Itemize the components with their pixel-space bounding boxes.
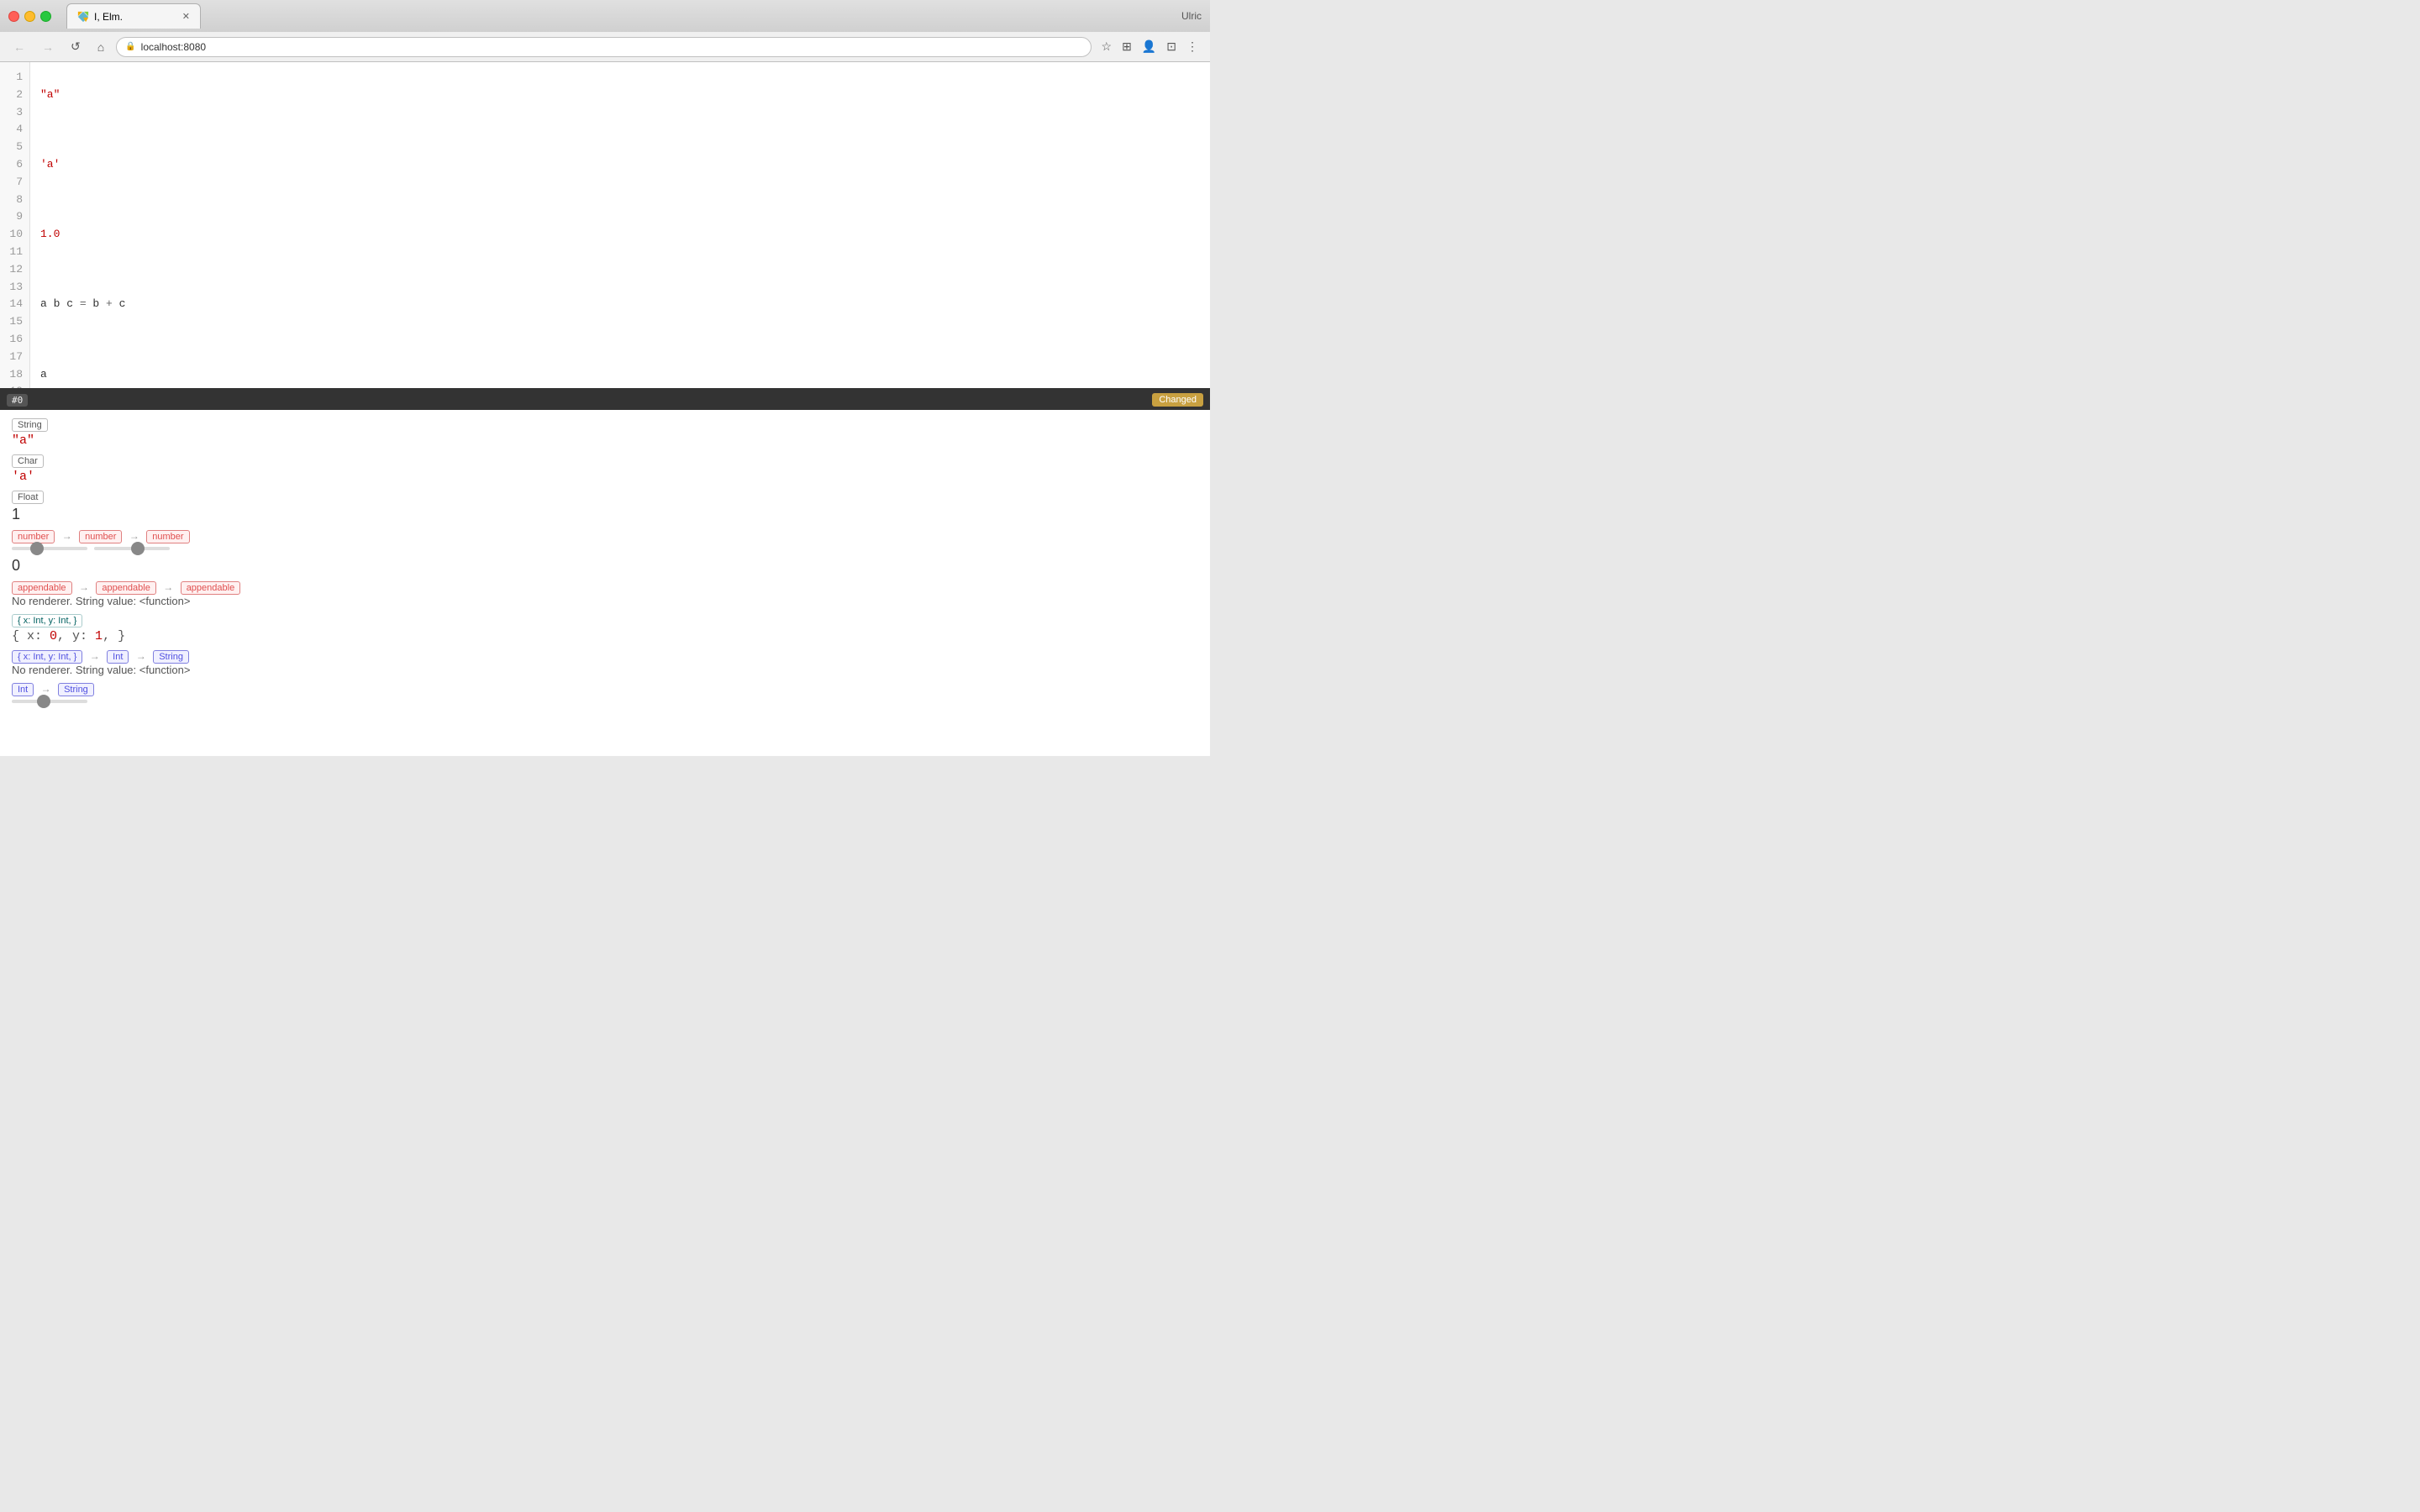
nav-bar: ← → ↺ ⌂ 🔒 localhost:8080 ☆ ⊞ 👤 ⊡ ⋮	[0, 32, 1210, 62]
bookmark-icon[interactable]: ☆	[1098, 36, 1116, 57]
slider-3[interactable]	[12, 700, 87, 703]
result-number-func: number → number → number 0	[12, 530, 1198, 575]
arrow1: →	[64, 531, 70, 543]
result-char: Char 'a'	[12, 454, 1198, 484]
result-value-string: "a"	[12, 433, 1198, 448]
result-string: String "a"	[12, 418, 1198, 448]
code-line	[40, 121, 1200, 139]
line-numbers: 12345 678910 1112131415 1617181920 21222…	[0, 62, 30, 388]
code-line: a b c = b + c	[40, 296, 1200, 313]
type-tag-record-func: { x: Int, y: Int, }	[12, 650, 82, 664]
code-line: a	[40, 366, 1200, 384]
type-badge-record: { x: Int, y: Int, }	[12, 614, 82, 627]
slider-row-2	[12, 700, 1198, 703]
title-bar: I, Elm. ✕ Ulric	[0, 0, 1210, 32]
results-panel[interactable]: String "a" Char 'a' Float 1 number → num…	[0, 410, 1210, 756]
minimize-button[interactable]	[24, 11, 35, 22]
user-label: Ulric	[1181, 10, 1202, 22]
arrow4: →	[166, 582, 171, 594]
slider-2[interactable]	[94, 547, 170, 550]
number-literal: 1.0	[40, 228, 60, 240]
tab-close-button[interactable]: ✕	[182, 11, 190, 22]
code-line: 'a'	[40, 156, 1200, 174]
forward-button[interactable]: →	[37, 37, 59, 57]
type-badge-float: Float	[12, 491, 44, 504]
type-tag-appendable2: appendable	[96, 581, 156, 595]
tab-title: I, Elm.	[94, 11, 123, 23]
code-line	[40, 261, 1200, 279]
tab-favicon	[77, 11, 89, 23]
string-literal: "a"	[40, 88, 60, 101]
arrow5: →	[92, 651, 97, 663]
no-renderer-1: No renderer. String value: <function>	[12, 595, 1198, 607]
result-value-float: 1	[12, 506, 1198, 523]
address-bar[interactable]: 🔒 localhost:8080	[116, 37, 1091, 57]
type-badge-char: Char	[12, 454, 44, 468]
code-line: "a"	[40, 87, 1200, 104]
arrow7: →	[43, 684, 49, 696]
close-button[interactable]	[8, 11, 19, 22]
changed-badge: Changed	[1152, 393, 1203, 407]
type-tag-appendable3: appendable	[181, 581, 241, 595]
result-value-char: 'a'	[12, 470, 1198, 484]
extensions-icon[interactable]: ⊞	[1118, 36, 1135, 57]
url-text: localhost:8080	[141, 41, 1082, 53]
refresh-button[interactable]: ↺	[66, 36, 86, 57]
code-line: 1.0	[40, 226, 1200, 244]
result-value-number: 0	[12, 557, 1198, 575]
code-panel: 12345 678910 1112131415 1617181920 21222…	[0, 62, 1210, 390]
result-record: { x: Int, y: Int, } { x: 0, y: 1, }	[12, 614, 1198, 643]
result-foo-func: { x: Int, y: Int, } → Int → String No re…	[12, 650, 1198, 676]
tab-bar: I, Elm. ✕	[66, 3, 201, 29]
type-tag-string: String	[153, 650, 189, 664]
code-line	[40, 331, 1200, 349]
maximize-button[interactable]	[40, 11, 51, 22]
result-int-string: Int → String	[12, 683, 1198, 703]
arrow3: →	[81, 582, 87, 594]
active-tab[interactable]: I, Elm. ✕	[66, 3, 201, 29]
traffic-lights	[8, 11, 51, 22]
nav-actions: ☆ ⊞ 👤 ⊡ ⋮	[1098, 36, 1202, 57]
no-renderer-2: No renderer. String value: <function>	[12, 664, 1198, 676]
code-editor[interactable]: 12345 678910 1112131415 1617181920 21222…	[0, 62, 1210, 388]
browser-content: 12345 678910 1112131415 1617181920 21222…	[0, 62, 1210, 756]
slider-row	[12, 547, 1198, 550]
menu-icon[interactable]: ⋮	[1183, 36, 1202, 57]
code-content[interactable]: "a" 'a' 1.0 a b c = b + c a (\x y -> x +…	[30, 62, 1210, 388]
type-tag-appendable1: appendable	[12, 581, 72, 595]
result-value-record: { x: 0, y: 1, }	[12, 629, 1198, 643]
lock-icon: 🔒	[125, 42, 135, 51]
slider-1[interactable]	[12, 547, 87, 550]
back-button[interactable]: ←	[8, 37, 30, 57]
type-badge-string: String	[12, 418, 48, 432]
status-id: #0	[7, 394, 28, 407]
char-literal: 'a'	[40, 158, 60, 171]
status-bar: #0 Changed	[0, 390, 1210, 410]
arrow6: →	[138, 651, 144, 663]
cast-icon[interactable]: ⊡	[1163, 36, 1180, 57]
code-line	[40, 192, 1200, 209]
arrow2: →	[131, 531, 137, 543]
result-appendable: appendable → appendable → appendable No …	[12, 581, 1198, 607]
type-tag-int: Int	[107, 650, 129, 664]
profile-icon[interactable]: 👤	[1139, 36, 1160, 57]
home-button[interactable]: ⌂	[92, 37, 109, 57]
result-float: Float 1	[12, 491, 1198, 523]
